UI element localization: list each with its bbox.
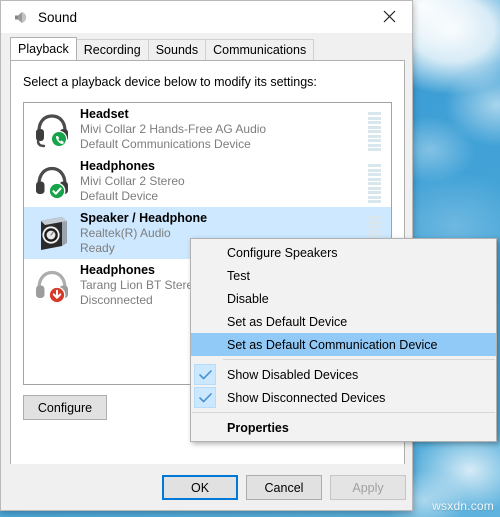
menu-item-properties[interactable]: Properties — [191, 416, 496, 439]
tab-sounds[interactable]: Sounds — [147, 39, 207, 60]
device-status: Default Device — [80, 188, 159, 203]
device-name: Headset — [80, 106, 129, 121]
ok-button[interactable]: OK — [162, 475, 238, 500]
menu-item-label: Show Disabled Devices — [227, 367, 359, 382]
menu-item-set-as-default-device[interactable]: Set as Default Device — [191, 310, 496, 333]
volume-meter — [368, 107, 381, 151]
tab-playback[interactable]: Playback — [10, 37, 77, 60]
title-bar: Sound — [1, 1, 412, 33]
device-info: Headset Mivi Collar 2 Hands-Free AG Audi… — [74, 107, 368, 152]
headphones-disabled-icon — [30, 263, 74, 307]
menu-item-configure-speakers[interactable]: Configure Speakers — [191, 241, 496, 264]
check-icon — [194, 364, 216, 385]
instruction-label: Select a playback device below to modify… — [23, 75, 317, 89]
configure-button[interactable]: Configure — [23, 395, 107, 420]
menu-item-label: Show Disconnected Devices — [227, 390, 386, 405]
speaker-icon — [30, 211, 74, 255]
menu-item-disable[interactable]: Disable — [191, 287, 496, 310]
device-info: Headphones Mivi Collar 2 Stereo Default … — [74, 159, 368, 204]
tab-communications[interactable]: Communications — [205, 39, 315, 60]
device-status: Default Communications Device — [80, 136, 251, 151]
headphones-icon — [30, 159, 74, 203]
check-icon — [194, 387, 216, 408]
device-context-menu: Configure Speakers Test Disable Set as D… — [190, 238, 497, 442]
desktop-background: wsxdn.com Sound Playback Recording Sound… — [0, 0, 500, 517]
close-icon[interactable] — [367, 1, 412, 32]
device-list-item[interactable]: Headphones Mivi Collar 2 Stereo Default … — [24, 155, 391, 207]
headset-icon — [30, 107, 74, 151]
watermark-text: wsxdn.com — [432, 499, 494, 513]
tab-recording[interactable]: Recording — [75, 39, 149, 60]
device-description: Mivi Collar 2 Hands-Free AG Audio — [80, 121, 267, 136]
menu-item-test[interactable]: Test — [191, 264, 496, 287]
sound-speaker-icon — [12, 9, 29, 26]
menu-separator — [192, 412, 495, 413]
device-list-item[interactable]: Headset Mivi Collar 2 Hands-Free AG Audi… — [24, 103, 391, 155]
menu-item-set-as-default-communication-device[interactable]: Set as Default Communication Device — [191, 333, 496, 356]
device-description: Mivi Collar 2 Stereo — [80, 173, 185, 188]
dialog-footer: OK Cancel Apply — [1, 464, 412, 510]
device-name: Speaker / Headphone — [80, 210, 208, 225]
menu-separator — [223, 359, 495, 360]
cancel-button[interactable]: Cancel — [246, 475, 322, 500]
device-name: Headphones — [80, 158, 156, 173]
apply-button: Apply — [330, 475, 406, 500]
window-title: Sound — [38, 9, 78, 25]
menu-item-show-disconnected-devices[interactable]: Show Disconnected Devices — [191, 386, 496, 409]
tab-strip: Playback Recording Sounds Communications — [10, 37, 412, 60]
menu-item-show-disabled-devices[interactable]: Show Disabled Devices — [191, 363, 496, 386]
volume-meter — [368, 159, 381, 203]
